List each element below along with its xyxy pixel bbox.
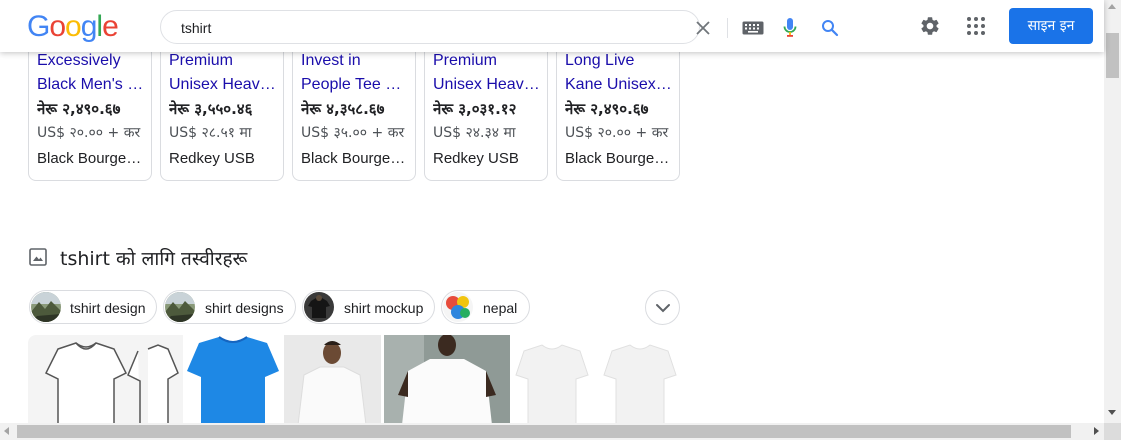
image-result[interactable] — [512, 335, 680, 425]
chip-label: shirt designs — [205, 300, 284, 316]
image-result[interactable] — [185, 335, 281, 425]
product-title[interactable]: Invest in People Tee Shirt — [301, 49, 409, 97]
search-input[interactable] — [181, 18, 521, 38]
chip-label: nepal — [483, 300, 518, 316]
product-title-line: Black Men's Graphic Tee — [37, 76, 145, 93]
apps-grid-icon[interactable] — [966, 16, 986, 36]
product-store: Redkey USB — [169, 150, 255, 167]
google-logo[interactable]: Google — [27, 10, 119, 43]
product-store: Redkey USB — [433, 150, 519, 167]
image-result[interactable] — [28, 335, 183, 425]
product-usd-price: US$ ३५.०० + कर — [301, 125, 405, 141]
microphone-icon[interactable] — [783, 18, 797, 38]
keyboard-icon[interactable] — [742, 21, 764, 35]
product-usd-price: US$ २४.३४ मा — [433, 125, 516, 141]
search-divider — [727, 18, 728, 38]
dark-shirt-thumb-icon — [304, 292, 334, 322]
mountain-thumb-icon — [165, 292, 195, 322]
chip-tshirt-design[interactable]: tshirt design — [29, 290, 157, 324]
product-title[interactable]: Premium Unisex Heavyweight — [169, 49, 277, 97]
images-heading[interactable]: tshirt को लागि तस्वीरहरू — [60, 245, 247, 271]
scroll-up-arrow-icon[interactable] — [1108, 4, 1116, 9]
image-results-strip — [28, 335, 680, 425]
chip-label: shirt mockup — [344, 300, 424, 316]
expand-chips-button[interactable] — [645, 290, 680, 325]
product-title-line: Unisex Heavyweight — [169, 76, 277, 93]
horizontal-scroll-thumb[interactable] — [17, 425, 1071, 438]
horizontal-scrollbar[interactable] — [0, 423, 1104, 440]
scroll-down-arrow-icon[interactable] — [1108, 410, 1116, 415]
vertical-scroll-thumb[interactable] — [1106, 33, 1119, 78]
product-usd-price: US$ २८.५१ मा — [169, 125, 252, 141]
scroll-left-arrow-icon[interactable] — [4, 427, 9, 435]
logo-letter: g — [80, 10, 98, 43]
chip-shirt-designs[interactable]: shirt designs — [163, 290, 296, 324]
gear-icon[interactable] — [919, 15, 941, 37]
logo-letter: G — [27, 10, 50, 43]
mountain-thumb-icon — [31, 292, 61, 322]
product-store: Black Bourgeois — [301, 150, 409, 167]
product-title-line: People Tee Shirt — [301, 76, 409, 93]
chip-label: tshirt design — [70, 300, 146, 316]
product-title[interactable]: Excessively Black Men's Graphic Tee — [37, 49, 145, 97]
chip-nepal[interactable]: nepal — [441, 290, 530, 324]
colorful-thumb-icon — [443, 292, 473, 322]
product-title-line: Kane Unisex Tee — [565, 76, 673, 93]
product-title-line: Excessively — [37, 52, 121, 69]
image-result[interactable] — [384, 335, 510, 425]
product-price: नेरू २,४९०.६७ — [37, 100, 121, 118]
product-title-line: Unisex Heavyweight — [433, 76, 541, 93]
signin-button[interactable]: साइन इन — [1009, 8, 1093, 44]
logo-letter: e — [102, 10, 119, 43]
product-price: नेरू २,४९०.६७ — [565, 100, 649, 118]
logo-letter: o — [65, 10, 82, 43]
scroll-right-arrow-icon[interactable] — [1094, 427, 1099, 435]
product-title-line: Premium — [433, 52, 498, 69]
product-usd-price: US$ २०.०० + कर — [37, 125, 141, 141]
product-title-line: Invest in — [301, 52, 361, 69]
header: Google tshirt साइन इन — [0, 0, 1104, 52]
chip-shirt-mockup[interactable]: shirt mockup — [302, 290, 435, 324]
image-result[interactable] — [284, 335, 381, 425]
chevron-down-icon — [656, 304, 670, 313]
product-title[interactable]: Long Live Kane Unisex Tee — [565, 49, 673, 97]
image-icon — [29, 248, 47, 266]
search-icon[interactable] — [821, 19, 839, 37]
vertical-scrollbar[interactable] — [1104, 0, 1121, 423]
logo-letter: o — [49, 10, 66, 43]
product-title[interactable]: Premium Unisex Heavyweight — [433, 49, 541, 97]
product-price: नेरू ४,३५८.६७ — [301, 100, 385, 118]
product-price: नेरू ३,५५०.४६ — [169, 100, 253, 118]
product-store: Black Bourgeois — [565, 150, 673, 167]
product-title-line: Long Live — [565, 52, 635, 69]
product-store: Black Bourgeois — [37, 150, 145, 167]
clear-icon[interactable] — [694, 19, 712, 37]
scrollbar-corner — [1104, 423, 1121, 440]
product-title-line: Premium — [169, 52, 234, 69]
product-usd-price: US$ २०.०० + कर — [565, 125, 669, 141]
product-price: नेरू ३,०३१.१२ — [433, 100, 517, 118]
search-box — [160, 10, 839, 44]
